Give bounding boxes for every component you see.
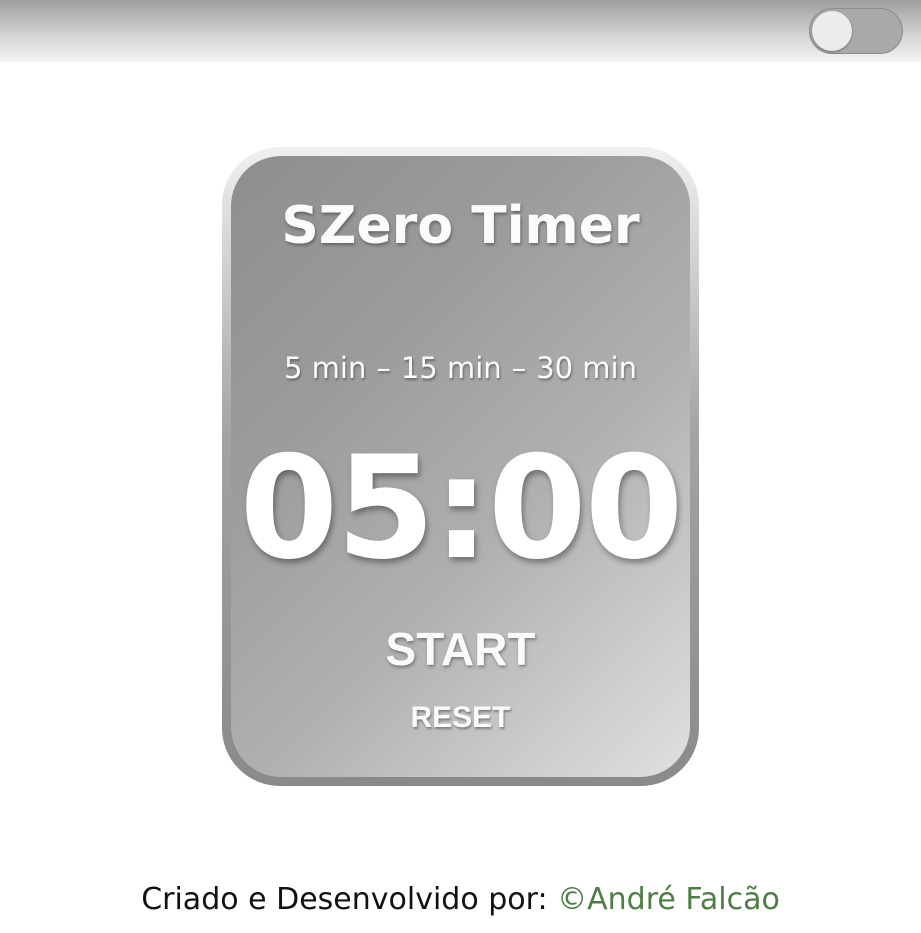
preset-30-min[interactable]: 30 min <box>536 351 637 385</box>
author-link[interactable]: ©André Falcão <box>557 882 780 917</box>
timer-display: 05:00 <box>239 426 683 591</box>
preset-list: 5 min –15 min –30 min <box>231 351 690 385</box>
preset-15-min[interactable]: 15 min <box>401 351 502 385</box>
top-bar <box>0 0 921 62</box>
footer: Criado e Desenvolvido por: ©André Falcão <box>0 882 921 917</box>
footer-credit-text: Criado e Desenvolvido por: <box>141 882 548 917</box>
app-title: SZero Timer <box>281 196 640 256</box>
reset-button[interactable]: RESET <box>410 701 510 735</box>
preset-5-min[interactable]: 5 min <box>284 351 366 385</box>
preset-separator: – <box>376 351 391 385</box>
toggle-knob[interactable] <box>812 11 852 51</box>
timer-card: SZero Timer 5 min –15 min –30 min 05:00 ST… <box>222 147 699 786</box>
theme-toggle[interactable] <box>809 8 903 54</box>
start-button[interactable]: START <box>386 622 536 676</box>
preset-separator: – <box>511 351 527 385</box>
timer-card-body: SZero Timer 5 min –15 min –30 min 05:00 ST… <box>231 156 690 777</box>
